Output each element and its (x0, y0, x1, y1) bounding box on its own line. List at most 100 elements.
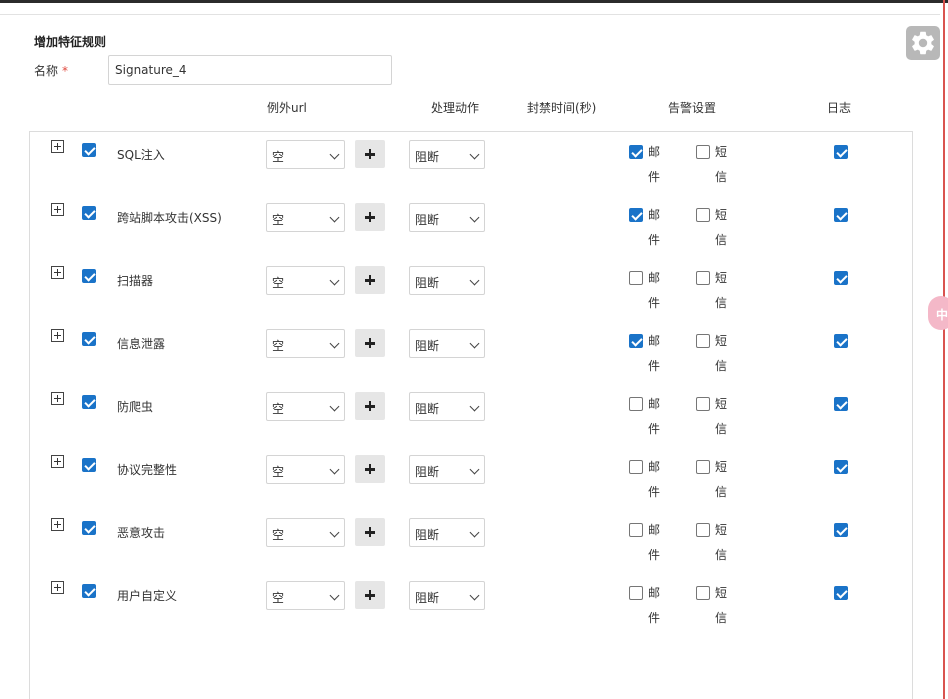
add-url-button[interactable] (355, 203, 385, 231)
log-checkbox[interactable] (834, 271, 848, 285)
rule-name: 扫描器 (117, 274, 154, 288)
add-url-button[interactable] (355, 581, 385, 609)
email-alarm-checkbox[interactable] (629, 397, 643, 411)
chevron-down-icon (469, 149, 480, 160)
email-label-2: 件 (648, 233, 661, 247)
gear-icon (912, 31, 934, 55)
action-value: 阻断 (415, 465, 440, 479)
action-select[interactable]: 阻断 (409, 329, 485, 358)
chevron-down-icon (469, 275, 480, 286)
action-select[interactable]: 阻断 (409, 392, 485, 421)
log-checkbox[interactable] (834, 523, 848, 537)
column-header-ban-time: 封禁时间(秒) (527, 101, 597, 115)
expand-plus-icon[interactable] (51, 140, 64, 153)
column-header-exception-url: 例外url (267, 101, 307, 115)
log-checkbox[interactable] (834, 460, 848, 474)
action-select[interactable]: 阻断 (409, 455, 485, 484)
action-value: 阻断 (415, 402, 440, 416)
exception-url-select[interactable]: 空 (266, 266, 345, 295)
email-alarm-checkbox[interactable] (629, 334, 643, 348)
sms-alarm-checkbox[interactable] (696, 145, 710, 159)
exception-url-select[interactable]: 空 (266, 518, 345, 547)
chevron-down-icon (469, 527, 480, 538)
log-checkbox[interactable] (834, 208, 848, 222)
email-alarm-checkbox[interactable] (629, 460, 643, 474)
action-select[interactable]: 阻断 (409, 140, 485, 169)
name-label: 名称 * (34, 62, 68, 79)
email-label-1: 邮 (648, 523, 661, 537)
email-alarm-checkbox[interactable] (629, 208, 643, 222)
add-url-button[interactable] (355, 140, 385, 168)
sms-label-2: 信 (715, 233, 728, 247)
sms-label: 短信 (715, 203, 729, 253)
rule-enable-checkbox[interactable] (82, 269, 96, 283)
exception-url-value: 空 (272, 465, 285, 479)
exception-url-select[interactable]: 空 (266, 392, 345, 421)
rule-enable-checkbox[interactable] (82, 395, 96, 409)
expand-plus-icon[interactable] (51, 329, 64, 342)
log-checkbox[interactable] (834, 397, 848, 411)
email-label: 邮件 (648, 518, 662, 568)
sms-label-1: 短 (715, 334, 728, 348)
rule-row: 信息泄露 空 阻断 邮件 短信 (0, 323, 948, 386)
action-select[interactable]: 阻断 (409, 203, 485, 232)
sms-alarm-checkbox[interactable] (696, 523, 710, 537)
log-checkbox[interactable] (834, 145, 848, 159)
rule-enable-checkbox[interactable] (82, 332, 96, 346)
action-value: 阻断 (415, 591, 440, 605)
expand-plus-icon[interactable] (51, 266, 64, 279)
chevron-down-icon (329, 401, 340, 412)
sms-label-1: 短 (715, 208, 728, 222)
email-label: 邮件 (648, 203, 662, 253)
rule-enable-checkbox[interactable] (82, 458, 96, 472)
sms-alarm-checkbox[interactable] (696, 208, 710, 222)
expand-plus-icon[interactable] (51, 392, 64, 405)
sms-alarm-checkbox[interactable] (696, 460, 710, 474)
exception-url-select[interactable]: 空 (266, 581, 345, 610)
exception-url-select[interactable]: 空 (266, 140, 345, 169)
email-alarm-checkbox[interactable] (629, 271, 643, 285)
log-checkbox[interactable] (834, 586, 848, 600)
column-header-log: 日志 (827, 101, 852, 115)
settings-button[interactable] (906, 26, 940, 60)
sms-alarm-checkbox[interactable] (696, 271, 710, 285)
email-label-2: 件 (648, 548, 661, 562)
action-select[interactable]: 阻断 (409, 581, 485, 610)
expand-plus-icon[interactable] (51, 518, 64, 531)
rule-enable-checkbox[interactable] (82, 584, 96, 598)
action-select[interactable]: 阻断 (409, 518, 485, 547)
add-url-button[interactable] (355, 455, 385, 483)
email-alarm-checkbox[interactable] (629, 523, 643, 537)
email-label: 邮件 (648, 581, 662, 631)
email-label-1: 邮 (648, 145, 661, 159)
add-url-button[interactable] (355, 329, 385, 357)
name-input[interactable] (108, 55, 392, 85)
add-url-button[interactable] (355, 392, 385, 420)
sms-label: 短信 (715, 581, 729, 631)
sms-alarm-checkbox[interactable] (696, 334, 710, 348)
rule-row: 恶意攻击 空 阻断 邮件 短信 (0, 512, 948, 575)
rule-enable-checkbox[interactable] (82, 143, 96, 157)
chevron-down-icon (329, 275, 340, 286)
exception-url-select[interactable]: 空 (266, 203, 345, 232)
expand-plus-icon[interactable] (51, 581, 64, 594)
rule-enable-checkbox[interactable] (82, 521, 96, 535)
sms-alarm-checkbox[interactable] (696, 586, 710, 600)
exception-url-value: 空 (272, 213, 285, 227)
add-url-button[interactable] (355, 266, 385, 294)
action-select[interactable]: 阻断 (409, 266, 485, 295)
email-alarm-checkbox[interactable] (629, 586, 643, 600)
sms-label-1: 短 (715, 271, 728, 285)
rule-enable-checkbox[interactable] (82, 206, 96, 220)
chevron-down-icon (329, 464, 340, 475)
exception-url-value: 空 (272, 402, 285, 416)
expand-plus-icon[interactable] (51, 203, 64, 216)
email-alarm-checkbox[interactable] (629, 145, 643, 159)
sms-alarm-checkbox[interactable] (696, 397, 710, 411)
email-label: 邮件 (648, 140, 662, 190)
exception-url-select[interactable]: 空 (266, 455, 345, 484)
exception-url-select[interactable]: 空 (266, 329, 345, 358)
log-checkbox[interactable] (834, 334, 848, 348)
expand-plus-icon[interactable] (51, 455, 64, 468)
add-url-button[interactable] (355, 518, 385, 546)
